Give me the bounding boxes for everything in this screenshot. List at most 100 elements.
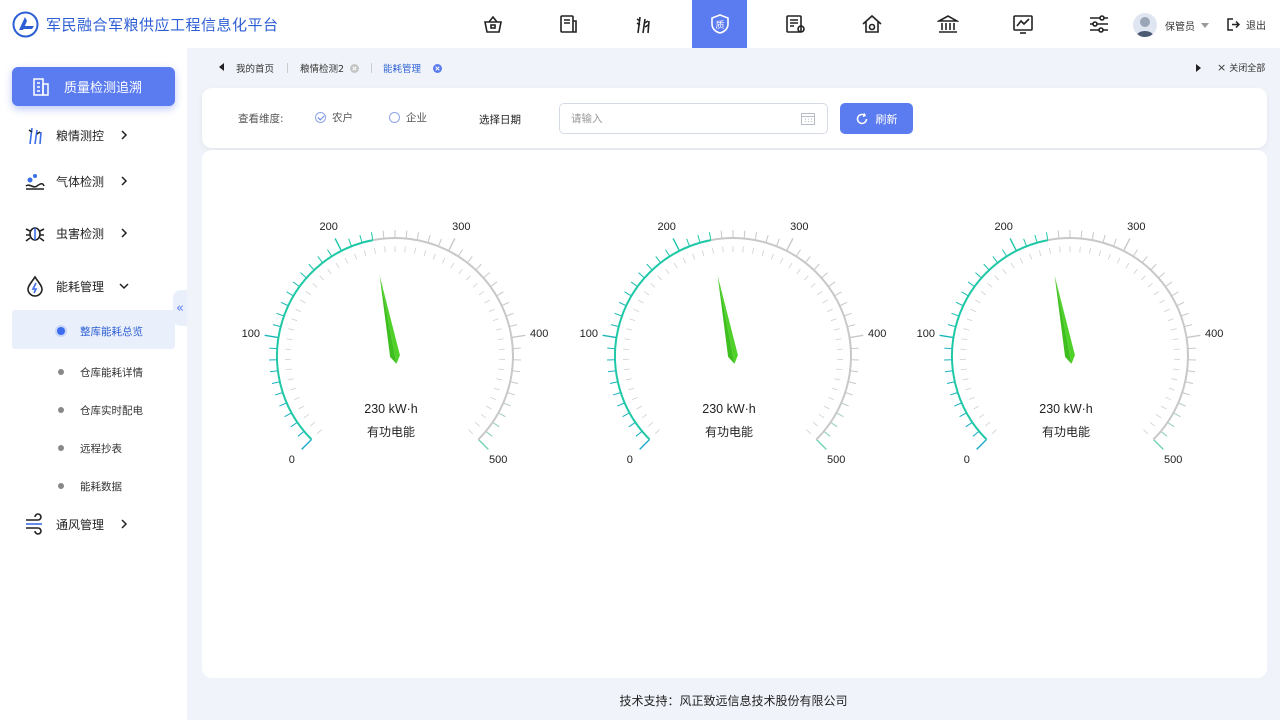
nav-quality[interactable]: 质 — [692, 0, 747, 48]
radio-checked-icon — [315, 112, 326, 123]
gauge-tick — [686, 238, 691, 247]
sidebar-item-bug[interactable]: 虫害检测 — [24, 221, 130, 245]
energy-gauge: 0 100 200 300 400 500 230 kW·h 有功电能 — [911, 198, 1241, 466]
nav-warehouse[interactable] — [844, 0, 899, 48]
close-all-button[interactable]: × 关闭全部 — [1217, 61, 1265, 74]
gauge-inner-tick — [960, 368, 967, 371]
sidebar-item-grain[interactable]: 粮情测控 — [24, 123, 130, 147]
tab-home[interactable]: 我的首页 — [236, 61, 274, 75]
radio-farmer[interactable]: 农户 — [315, 110, 353, 125]
gauge-tick — [512, 347, 521, 350]
sidebar-item-gas[interactable]: 气体检测 — [24, 169, 130, 193]
gauge-inner-tick — [626, 328, 633, 331]
gauge-value: 230 kW·h — [702, 402, 756, 416]
nav-settings[interactable] — [1071, 0, 1126, 48]
gauge-inner-tick — [1107, 253, 1111, 260]
gauge-inner-tick — [968, 396, 975, 401]
radio-enterprise[interactable]: 企业 — [389, 110, 427, 125]
gauge-tick — [512, 370, 521, 373]
tab-energy[interactable]: 能耗管理 — [383, 61, 443, 75]
gauge-tick — [613, 391, 621, 396]
wind-icon — [26, 513, 42, 535]
gauge-inner-tick — [290, 387, 297, 391]
date-input[interactable]: 请输入 — [559, 103, 828, 134]
gauge-inner-tick — [432, 253, 436, 260]
tabs-scroll-left-icon[interactable] — [219, 63, 224, 71]
gauge-inner-tick — [1140, 275, 1146, 281]
chevron-right-icon — [121, 228, 128, 238]
nav-storage[interactable] — [465, 0, 520, 48]
gauge-tick — [1045, 232, 1049, 241]
gauge-inner-tick — [458, 268, 463, 275]
building-icon — [33, 77, 49, 96]
gauge-inner-tick — [414, 247, 417, 254]
radio-label: 农户 — [332, 112, 353, 124]
user-name: 保管员 — [1165, 21, 1195, 33]
sidebar-primary-button[interactable]: 质量检测追溯 — [12, 67, 175, 106]
gauge-tick — [697, 234, 701, 243]
gauge-inner-tick — [623, 368, 630, 371]
gauge-inner-tick — [1029, 253, 1033, 260]
logout-button[interactable]: 退出 — [1227, 17, 1266, 32]
gauge-inner-tick — [629, 318, 636, 322]
gauge-tick — [1034, 234, 1038, 243]
monitor-icon — [1012, 15, 1033, 34]
gauge-inner-tick — [836, 368, 843, 371]
nav-bank[interactable] — [920, 0, 975, 48]
gauge-tick — [1176, 301, 1185, 307]
gauge-tick — [614, 312, 623, 317]
chevron-right-icon — [121, 519, 128, 529]
gauge-tick — [466, 256, 473, 264]
gauge-inner-tick — [830, 318, 837, 322]
gauge-inner-tick — [831, 387, 838, 391]
nav-document[interactable] — [540, 0, 595, 48]
gauge-inner-tick — [288, 328, 295, 331]
tabs-scroll-right-icon[interactable] — [1196, 64, 1201, 72]
sidebar-item-ventilation[interactable]: 通风管理 — [24, 512, 130, 536]
gauge-inner-tick — [300, 299, 306, 304]
user-menu[interactable]: 保管员 — [1133, 12, 1209, 38]
top-header: 军民融合军粮供应工程信息化平台 质 保管员 退出 — [0, 0, 1280, 48]
sidebar-subitem-details[interactable]: 仓库能耗详情 — [58, 364, 143, 380]
sidebar-subitem-meter[interactable]: 远程抄表 — [58, 440, 122, 456]
sidebar-item-energy[interactable]: 能耗管理 — [24, 274, 130, 298]
gauge-inner-tick — [492, 318, 499, 322]
gauge-tick — [348, 238, 353, 247]
gauge-inner-tick — [287, 378, 294, 381]
sidebar-subitem-label: 整库能耗总览 — [80, 325, 143, 338]
gauge-inner-tick — [1089, 247, 1092, 254]
refresh-label: 刷新 — [875, 112, 898, 126]
gauge-tick — [370, 232, 374, 241]
gauge-tick-label: 200 — [995, 221, 1013, 233]
close-icon[interactable] — [433, 63, 443, 73]
nav-report[interactable] — [767, 0, 822, 48]
gauge-tick — [1112, 238, 1117, 247]
gauge-inner-tick — [495, 328, 502, 331]
gas-icon — [25, 174, 45, 190]
nav-grain[interactable] — [615, 0, 670, 48]
gauge-inner-tick — [826, 308, 833, 313]
gauge-inner-tick — [363, 250, 367, 257]
sidebar-subitem-data[interactable]: 能耗数据 — [58, 478, 122, 494]
settings-sliders-icon — [1089, 15, 1108, 33]
tab-divider — [287, 63, 288, 73]
gauge-tick — [785, 238, 794, 252]
sidebar-subitem-overview[interactable]: 整库能耗总览 — [57, 323, 143, 339]
gauge-tick — [618, 301, 627, 307]
gauge-inner-tick — [625, 378, 632, 381]
sidebar-collapse-button[interactable]: « — [173, 290, 187, 326]
nav-monitor[interactable] — [995, 0, 1050, 48]
gauge-tick — [292, 281, 300, 288]
sidebar-item-label: 气体检测 — [56, 174, 105, 189]
gauge-tick — [300, 272, 307, 279]
sidebar-subitem-distribution[interactable]: 仓库实时配电 — [58, 402, 143, 418]
close-icon[interactable] — [350, 63, 360, 73]
footer: 技术支持：风正致远信息技术股份有限公司 — [619, 694, 848, 708]
refresh-button[interactable]: 刷新 — [840, 103, 913, 134]
gauge-inner-tick — [1167, 318, 1174, 322]
gauge-inner-tick — [1165, 396, 1172, 401]
tab-grain-check[interactable]: 粮情检测2 — [300, 61, 360, 75]
gauge-tick — [947, 324, 956, 328]
gauge-tick — [510, 381, 519, 384]
gauge-inner-tick — [354, 253, 358, 260]
